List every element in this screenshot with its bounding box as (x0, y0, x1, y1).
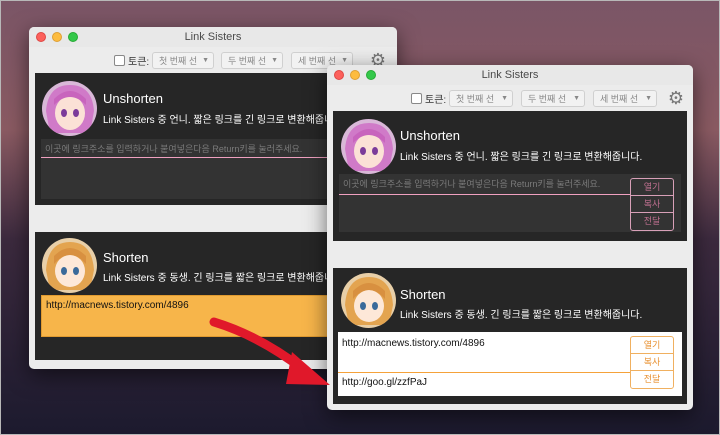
annotation-arrow-icon (209, 317, 330, 385)
